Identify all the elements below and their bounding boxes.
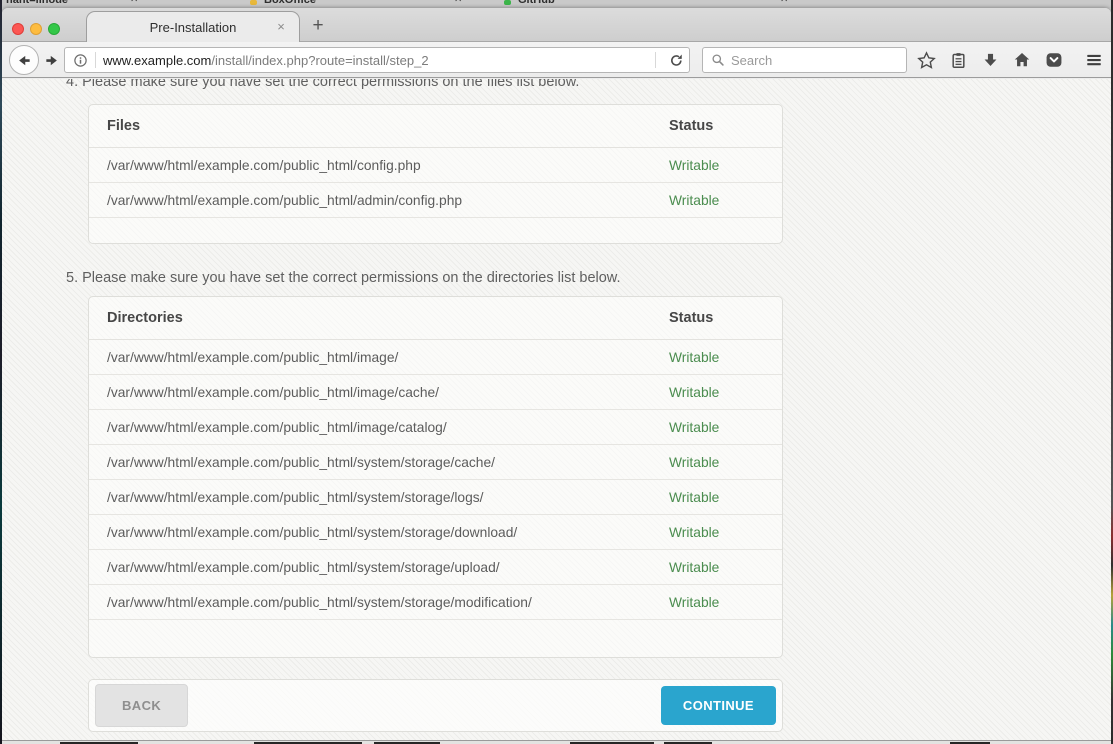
background-tab-label: GitHub: [518, 0, 555, 6]
table-row: /var/www/html/example.com/public_html/sy…: [89, 445, 782, 480]
address-text: www.example.com/install/index.php?route=…: [103, 53, 648, 68]
status-badge: Writable: [669, 490, 764, 505]
background-window-tabs: hant=linode ✕ BoxOffice ✕ GitHub ✕: [2, 0, 1111, 8]
actions-panel: BACK CONTINUE: [88, 679, 783, 732]
table-row: /var/www/html/example.com/public_html/co…: [89, 148, 782, 183]
status-badge: Writable: [669, 525, 764, 540]
pocket-icon: [1045, 51, 1063, 69]
status-badge: Writable: [669, 455, 764, 470]
files-permissions-panel: Files Status /var/www/html/example.com/p…: [88, 104, 783, 244]
browser-window: Pre-Installation × +: [2, 8, 1111, 740]
status-badge: Writable: [669, 193, 764, 208]
background-window-bottom: [2, 740, 1111, 744]
table-row: /var/www/html/example.com/public_html/sy…: [89, 585, 782, 620]
directories-table-body: /var/www/html/example.com/public_html/im…: [89, 340, 782, 620]
download-arrow-icon: [982, 52, 999, 69]
background-tab-close-icon: ✕: [130, 0, 138, 5]
window-close-button[interactable]: [12, 23, 24, 35]
url-path: /install/index.php?route=install/step_2: [211, 53, 428, 68]
new-tab-button[interactable]: +: [305, 13, 331, 39]
status-badge: Writable: [669, 350, 764, 365]
window-zoom-button[interactable]: [48, 23, 60, 35]
forward-button[interactable]: [42, 52, 60, 68]
page-content: 4. Please make sure you have set the cor…: [2, 79, 1111, 740]
directory-path: /var/www/html/example.com/public_html/sy…: [107, 455, 669, 470]
background-tab-label: hant=linode: [6, 0, 68, 6]
boxoffice-favicon: [250, 0, 257, 5]
table-row: /var/www/html/example.com/public_html/ad…: [89, 183, 782, 218]
clipboard-icon: [950, 52, 967, 69]
search-input[interactable]: [731, 53, 907, 68]
directory-path: /var/www/html/example.com/public_html/sy…: [107, 525, 669, 540]
star-icon: [917, 51, 936, 70]
search-bar[interactable]: [702, 47, 907, 73]
search-icon: [711, 53, 725, 67]
directory-path: /var/www/html/example.com/public_html/im…: [107, 420, 669, 435]
tab-title: Pre-Installation: [150, 20, 237, 35]
table-row: /var/www/html/example.com/public_html/sy…: [89, 480, 782, 515]
status-column-header: Status: [669, 118, 764, 134]
directory-path: /var/www/html/example.com/public_html/im…: [107, 350, 669, 365]
github-favicon: [504, 0, 511, 5]
background-tab-close-icon: ✕: [780, 0, 788, 5]
window-minimize-button[interactable]: [30, 23, 42, 35]
table-row: /var/www/html/example.com/public_html/im…: [89, 410, 782, 445]
status-badge: Writable: [669, 385, 764, 400]
directory-path: /var/www/html/example.com/public_html/im…: [107, 385, 669, 400]
home-button[interactable]: [1010, 49, 1034, 71]
url-divider: [95, 52, 96, 68]
home-icon: [1013, 51, 1031, 69]
directory-path: /var/www/html/example.com/public_html/sy…: [107, 560, 669, 575]
reading-list-button[interactable]: [946, 49, 970, 71]
desktop-edge-left: [0, 0, 2, 744]
directory-path: /var/www/html/example.com/public_html/sy…: [107, 595, 669, 610]
step4-instruction: 4. Please make sure you have set the cor…: [66, 79, 579, 90]
navigation-toolbar: www.example.com/install/index.php?route=…: [2, 42, 1111, 78]
step5-instruction: 5. Please make sure you have set the cor…: [66, 270, 621, 286]
file-path: /var/www/html/example.com/public_html/co…: [107, 158, 669, 173]
status-badge: Writable: [669, 158, 764, 173]
url-domain: www.example.com: [103, 53, 211, 68]
status-column-header: Status: [669, 310, 764, 326]
files-column-header: Files: [107, 118, 669, 134]
back-arrow-icon: [17, 53, 32, 68]
tab-close-icon[interactable]: ×: [273, 19, 289, 35]
files-table-body: /var/www/html/example.com/public_html/co…: [89, 148, 782, 218]
back-button[interactable]: [9, 45, 39, 75]
tab-bar: Pre-Installation × +: [2, 8, 1111, 42]
background-tab-close-icon: ✕: [454, 0, 462, 5]
url-bar[interactable]: www.example.com/install/index.php?route=…: [64, 47, 690, 73]
table-row: /var/www/html/example.com/public_html/im…: [89, 375, 782, 410]
reload-icon: [669, 53, 684, 68]
continue-button[interactable]: CONTINUE: [661, 686, 776, 725]
table-row: /var/www/html/example.com/public_html/sy…: [89, 550, 782, 585]
status-badge: Writable: [669, 595, 764, 610]
status-badge: Writable: [669, 560, 764, 575]
url-divider: [655, 52, 656, 68]
files-table-header: Files Status: [89, 105, 782, 148]
table-row: /var/www/html/example.com/public_html/im…: [89, 340, 782, 375]
directories-table-header: Directories Status: [89, 297, 782, 340]
file-path: /var/www/html/example.com/public_html/ad…: [107, 193, 669, 208]
tab-pre-installation[interactable]: Pre-Installation ×: [86, 11, 300, 43]
pocket-button[interactable]: [1042, 49, 1066, 71]
hamburger-icon: [1084, 51, 1104, 69]
bookmark-star-button[interactable]: [914, 49, 938, 71]
directory-path: /var/www/html/example.com/public_html/sy…: [107, 490, 669, 505]
reload-button[interactable]: [663, 48, 689, 72]
menu-button[interactable]: [1080, 49, 1108, 71]
background-tab-label: BoxOffice: [264, 0, 316, 6]
back-step-button[interactable]: BACK: [95, 684, 188, 727]
directories-column-header: Directories: [107, 310, 669, 326]
forward-arrow-icon: [44, 53, 59, 68]
status-badge: Writable: [669, 420, 764, 435]
table-row: /var/www/html/example.com/public_html/sy…: [89, 515, 782, 550]
screenshot-root: hant=linode ✕ BoxOffice ✕ GitHub ✕ Pre-I…: [0, 0, 1113, 744]
downloads-button[interactable]: [978, 49, 1002, 71]
directories-permissions-panel: Directories Status /var/www/html/example…: [88, 296, 783, 658]
site-info-icon[interactable]: [73, 53, 88, 68]
